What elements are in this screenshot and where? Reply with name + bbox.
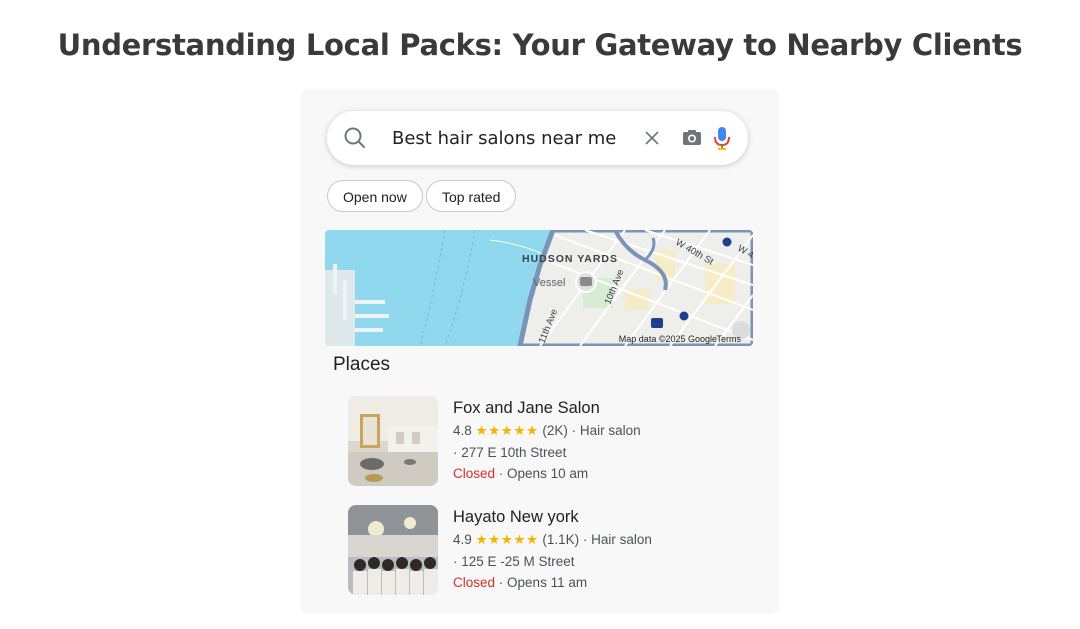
place-hours-line: Closed · Opens 11 am bbox=[453, 575, 587, 590]
filter-chip-top-rated[interactable]: Top rated bbox=[426, 180, 517, 212]
status-closed: Closed bbox=[453, 575, 496, 590]
place-category: · Hair salon bbox=[571, 423, 641, 438]
search-bar[interactable]: Best hair salons near me bbox=[327, 111, 748, 165]
rating-value: 4.9 bbox=[453, 532, 472, 547]
microphone-icon[interactable] bbox=[712, 125, 732, 151]
place-item[interactable]: Hayato New york 4.9 ★★★★★ (1.1K) · Hair … bbox=[348, 505, 768, 597]
search-icon[interactable] bbox=[343, 126, 367, 150]
place-rating-line: 4.8 ★★★★★ (2K) · Hair salon bbox=[453, 423, 641, 439]
place-item[interactable]: Fox and Jane Salon 4.8 ★★★★★ (2K) · Hair… bbox=[348, 396, 768, 488]
close-icon[interactable] bbox=[643, 129, 661, 147]
place-rating-line: 4.9 ★★★★★ (1.1K) · Hair salon bbox=[453, 532, 652, 548]
opening-hours: · Opens 10 am bbox=[498, 466, 589, 481]
status-closed: Closed bbox=[453, 466, 496, 481]
opening-hours: · Opens 11 am bbox=[498, 575, 588, 590]
place-hours-line: Closed · Opens 10 am bbox=[453, 466, 588, 481]
filter-chip-open-now[interactable]: Open now bbox=[327, 180, 423, 212]
map-label-area: HUDSON YARDS bbox=[522, 253, 618, 265]
place-name[interactable]: Fox and Jane Salon bbox=[453, 399, 600, 418]
search-input[interactable]: Best hair salons near me bbox=[392, 128, 616, 149]
page-title: Understanding Local Packs: Your Gateway … bbox=[57, 28, 1023, 62]
place-category: · Hair salon bbox=[582, 532, 652, 547]
place-address: · 125 E -25 M Street bbox=[453, 554, 575, 569]
map[interactable]: HUDSON YARDS Vessel 10th Ave 11th Ave W … bbox=[325, 230, 753, 346]
place-address: · 277 E 10th Street bbox=[453, 445, 567, 460]
star-rating-icon: ★★★★★ bbox=[475, 423, 539, 438]
star-rating-icon: ★★★★★ bbox=[475, 532, 539, 547]
place-thumbnail[interactable] bbox=[348, 505, 438, 595]
place-thumbnail[interactable] bbox=[348, 396, 438, 486]
places-heading: Places bbox=[333, 354, 391, 375]
map-attribution: Map data ©2025 Google bbox=[618, 334, 717, 344]
map-label-landmark: Vessel bbox=[533, 277, 565, 289]
review-count: (2K) bbox=[542, 423, 568, 438]
review-count: (1.1K) bbox=[542, 532, 580, 547]
rating-value: 4.8 bbox=[453, 423, 472, 438]
local-pack-card: Best hair salons near me Open now Top ra… bbox=[300, 89, 779, 614]
map-canvas[interactable]: HUDSON YARDS Vessel 10th Ave 11th Ave W … bbox=[325, 230, 753, 346]
place-name[interactable]: Hayato New york bbox=[453, 508, 579, 527]
map-terms-link[interactable]: Terms bbox=[717, 334, 742, 344]
camera-icon[interactable] bbox=[681, 127, 703, 149]
